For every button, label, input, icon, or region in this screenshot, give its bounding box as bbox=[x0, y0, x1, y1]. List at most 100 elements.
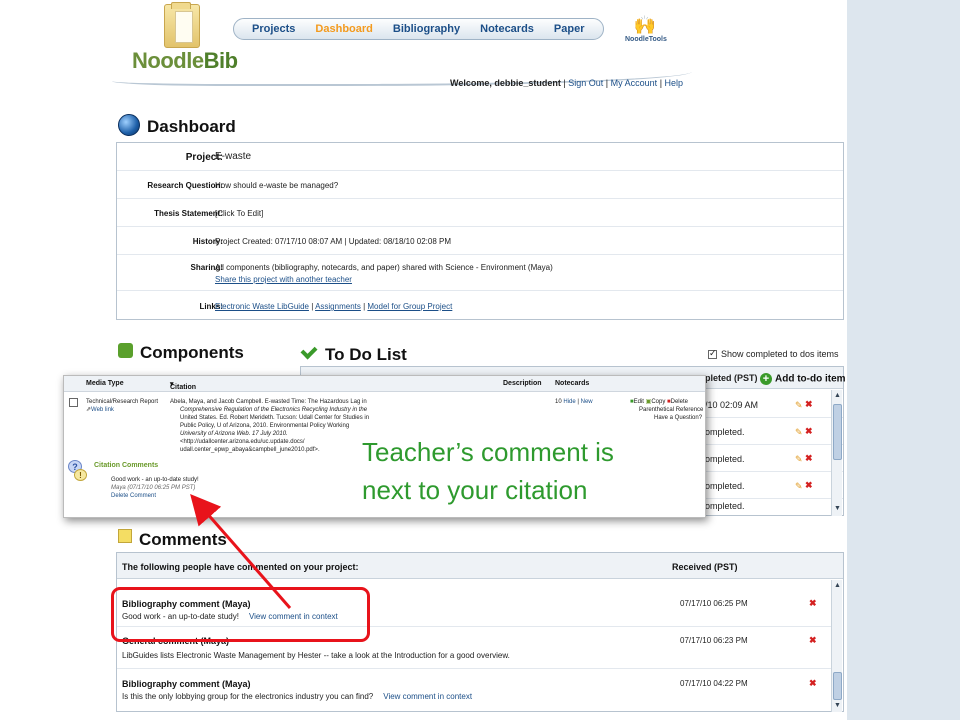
copy-citation-button[interactable]: Copy bbox=[651, 399, 665, 405]
hide-notecards-link[interactable]: Hide bbox=[563, 399, 575, 405]
my-account-link[interactable]: My Account bbox=[611, 78, 658, 88]
show-completed-checkbox[interactable] bbox=[708, 348, 717, 360]
comment-body: Is this the only lobbying group for the … bbox=[122, 692, 473, 701]
have-question-link[interactable]: Have a Question? bbox=[654, 414, 702, 422]
puzzle-icon bbox=[118, 343, 133, 358]
new-notecard-link[interactable]: New bbox=[581, 399, 593, 405]
parenthetical-reference-link[interactable]: Parenthetical Reference bbox=[639, 406, 703, 414]
delete-comment-icon[interactable]: ✖ bbox=[809, 598, 817, 609]
web-link[interactable]: Web link bbox=[91, 407, 114, 413]
add-todo-button[interactable]: + Add to-do item bbox=[760, 373, 846, 385]
plus-icon: + bbox=[760, 373, 772, 385]
question-bubble-icon: ? ! bbox=[68, 460, 88, 482]
scroll-up-icon[interactable]: ▲ bbox=[833, 581, 842, 590]
sign-out-link[interactable]: Sign Out bbox=[568, 78, 603, 88]
scroll-thumb[interactable] bbox=[833, 672, 842, 700]
highlight-box bbox=[111, 587, 370, 642]
todo-title: To Do List bbox=[325, 345, 407, 364]
components-title: Components bbox=[140, 343, 244, 362]
callout-annotation: Teacher’s comment is next to your citati… bbox=[362, 433, 614, 509]
comment-title: Bibliography comment (Maya) bbox=[122, 679, 251, 689]
completed-column-header: pleted (PST) bbox=[705, 373, 758, 383]
scroll-down-icon[interactable]: ▼ bbox=[833, 701, 842, 710]
libguide-link[interactable]: Electronic Waste LibGuide bbox=[215, 302, 309, 311]
citation-line: <http://udallcenter.arizona.edu/uc.updat… bbox=[180, 439, 305, 445]
scroll-up-icon[interactable]: ▲ bbox=[833, 391, 842, 400]
citation-line: University of Arizona Web. 17 July 2010. bbox=[180, 431, 288, 437]
noodletools-logo[interactable]: 🙌 NoodleTools bbox=[625, 14, 667, 48]
links-row: Links: Electronic Waste LibGuide | Assig… bbox=[117, 291, 843, 320]
left-margin bbox=[0, 0, 113, 720]
thesis-value[interactable]: [Click To Edit] bbox=[215, 209, 263, 218]
folder-icon bbox=[164, 2, 200, 48]
notecards-cell: 10 Hide | New bbox=[555, 399, 593, 405]
history-row: History: Project Created: 07/17/10 08:07… bbox=[117, 227, 843, 255]
history-value: Project Created: 07/17/10 08:07 AM | Upd… bbox=[215, 237, 452, 246]
comment-row: Bibliography comment (Maya) Is this the … bbox=[117, 669, 831, 711]
project-row: Project: E-waste bbox=[117, 143, 843, 171]
welcome-text: Welcome, debbie_student bbox=[450, 78, 561, 88]
comments-scrollbar[interactable]: ▲ ▼ bbox=[831, 580, 842, 712]
citation-line: Public Policy, U of Arizona, 2010. Envir… bbox=[180, 423, 350, 429]
view-comment-link[interactable]: View comment in context bbox=[383, 692, 472, 701]
person-icon: 🙌 bbox=[633, 15, 657, 35]
notecard-count: 10 bbox=[555, 399, 562, 405]
account-bar: Welcome, debbie_student | Sign Out | My … bbox=[450, 78, 684, 88]
description-header: Description bbox=[503, 380, 542, 387]
links-list: Electronic Waste LibGuide | Assignments … bbox=[215, 302, 453, 311]
help-link[interactable]: Help bbox=[665, 78, 684, 88]
project-value: E-waste bbox=[215, 151, 252, 162]
notecards-header: Notecards bbox=[555, 380, 590, 387]
main-nav-tabs: Projects Dashboard Bibliography Notecard… bbox=[233, 18, 604, 40]
citation-select-checkbox[interactable] bbox=[69, 398, 78, 407]
delete-icon[interactable]: ✖ bbox=[805, 480, 813, 491]
tab-notecards[interactable]: Notecards bbox=[470, 19, 544, 39]
comments-header-text: The following people have commented on y… bbox=[122, 562, 359, 572]
edit-icon[interactable]: ✎ bbox=[795, 427, 803, 438]
delete-icon[interactable]: ✖ bbox=[805, 453, 813, 464]
comment-date: 07/17/10 06:23 PM bbox=[680, 636, 748, 645]
citation-line: Comprehensive Regulation of the Electron… bbox=[180, 407, 368, 413]
checkmark-icon bbox=[300, 342, 318, 360]
page: NoodleBib Projects Dashboard Bibliograph… bbox=[0, 0, 960, 720]
tab-projects[interactable]: Projects bbox=[242, 19, 305, 39]
show-completed-toggle[interactable]: Show completed to dos items bbox=[708, 348, 839, 360]
tab-bibliography[interactable]: Bibliography bbox=[383, 19, 470, 39]
edit-icon[interactable]: ✎ bbox=[795, 481, 803, 492]
delete-comment-link[interactable]: Delete Comment bbox=[111, 493, 156, 499]
tab-dashboard[interactable]: Dashboard bbox=[305, 19, 382, 39]
citation-table-header: Media Type Citation ▾ Description Noteca… bbox=[64, 376, 705, 392]
citation-actions: ■Edit ▣Copy ■Delete bbox=[630, 398, 688, 406]
comments-title: Comments bbox=[139, 530, 227, 549]
edit-citation-button[interactable]: Edit bbox=[634, 399, 644, 405]
dashboard-panel: Project: E-waste Research Question: How … bbox=[116, 142, 844, 320]
callout-line: Teacher’s comment is bbox=[362, 437, 614, 467]
edit-icon[interactable]: ✎ bbox=[795, 454, 803, 465]
tab-paper[interactable]: Paper bbox=[544, 19, 595, 39]
delete-icon[interactable]: ✖ bbox=[805, 426, 813, 437]
scroll-down-icon[interactable]: ▼ bbox=[833, 504, 842, 513]
scroll-thumb[interactable] bbox=[833, 404, 842, 460]
edit-icon[interactable]: ✎ bbox=[795, 400, 803, 411]
research-question-value[interactable]: How should e-waste be managed? bbox=[215, 181, 338, 190]
comment-body: LibGuides lists Electronic Waste Managem… bbox=[122, 651, 510, 660]
noodletools-label: NoodleTools bbox=[625, 36, 667, 43]
research-question-label: Research Question: bbox=[147, 181, 223, 190]
assignments-link[interactable]: Assignments bbox=[315, 302, 361, 311]
media-type-header: Media Type bbox=[86, 380, 124, 387]
sharing-value: All components (bibliography, notecards,… bbox=[215, 263, 553, 272]
model-group-project-link[interactable]: Model for Group Project bbox=[367, 302, 452, 311]
sharing-row: Sharing: All components (bibliography, n… bbox=[117, 255, 843, 291]
delete-icon[interactable]: ✖ bbox=[805, 399, 813, 410]
thesis-label: Thesis Statement: bbox=[154, 209, 223, 218]
todo-scrollbar[interactable]: ▲ ▼ bbox=[831, 390, 842, 516]
delete-comment-icon[interactable]: ✖ bbox=[809, 678, 817, 689]
delete-citation-button[interactable]: Delete bbox=[671, 399, 688, 405]
citation-header[interactable]: Citation ▾ bbox=[170, 380, 196, 391]
citation-comment-meta: Maya (07/17/10 06:25 PM PST) bbox=[111, 485, 196, 491]
comment-date: 07/17/10 06:25 PM bbox=[680, 599, 748, 608]
share-project-link[interactable]: Share this project with another teacher bbox=[215, 275, 352, 284]
sticky-note-icon bbox=[118, 529, 132, 543]
delete-comment-icon[interactable]: ✖ bbox=[809, 635, 817, 646]
received-header: Received (PST) bbox=[672, 562, 738, 572]
